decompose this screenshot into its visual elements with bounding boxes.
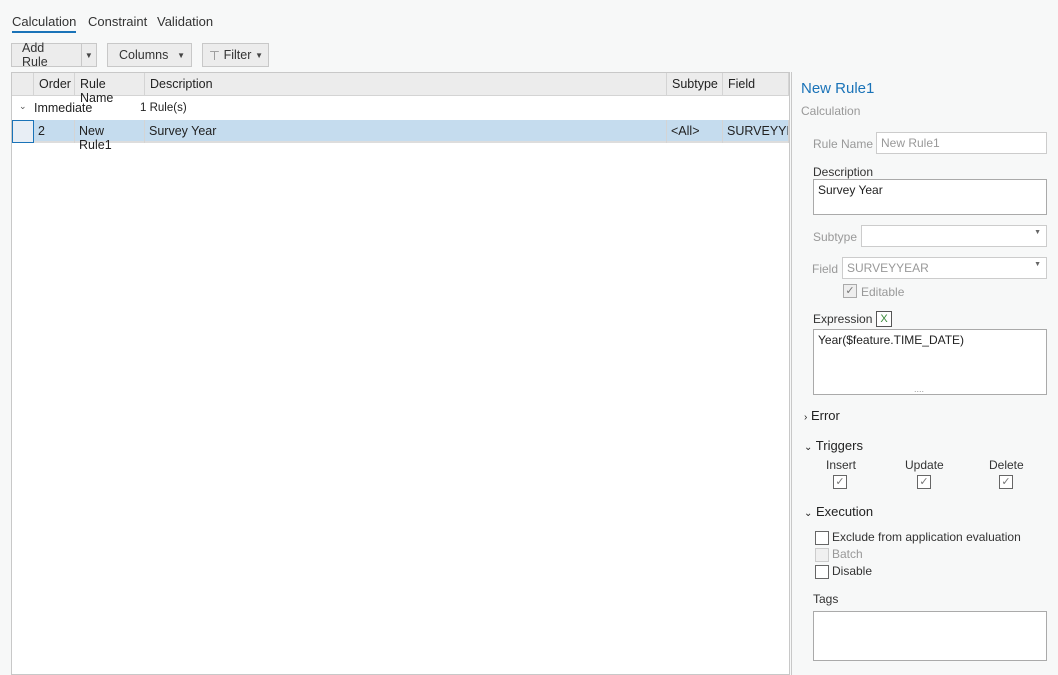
- exclude-checkbox[interactable]: [815, 531, 829, 545]
- add-rule-label: Add Rule: [22, 41, 48, 69]
- tags-label: Tags: [813, 592, 839, 606]
- tab-validation[interactable]: Validation: [157, 14, 213, 29]
- caret-down-icon: ▼: [255, 50, 263, 60]
- batch-label: Batch: [832, 547, 863, 561]
- description-label: Description: [813, 165, 874, 179]
- tab-constraint[interactable]: Constraint: [88, 14, 147, 29]
- delete-label: Delete: [989, 458, 1024, 472]
- update-label: Update: [905, 458, 944, 472]
- rule-name-label: Rule Name: [813, 137, 874, 151]
- tab-calculation[interactable]: Calculation: [12, 14, 77, 33]
- column-header-rule-name[interactable]: Rule Name: [75, 73, 145, 105]
- subtype-select[interactable]: ▼: [861, 225, 1047, 247]
- columns-label: Columns: [119, 48, 169, 62]
- cell-rule-name: New Rule1: [75, 120, 145, 152]
- column-header-order[interactable]: Order: [34, 73, 75, 96]
- expression-input[interactable]: Year($feature.TIME_DATE)....: [813, 329, 1047, 395]
- caret-down-icon: ▼: [1034, 261, 1041, 268]
- add-rule-button[interactable]: Add Rule ▼: [11, 41, 97, 69]
- field-label: Field: [812, 262, 839, 276]
- cell-field: SURVEYYEA: [723, 120, 789, 143]
- columns-button[interactable]: Columns ▼: [107, 43, 192, 67]
- rule-name-input[interactable]: New Rule1: [876, 132, 1047, 154]
- resize-grip-icon[interactable]: ....: [914, 384, 924, 394]
- caret-down-icon: ▼: [1034, 229, 1041, 236]
- tags-input[interactable]: [813, 611, 1047, 661]
- editable-label: Editable: [861, 285, 905, 299]
- insert-label: Insert: [826, 458, 857, 472]
- cell-description: Survey Year: [145, 120, 667, 143]
- batch-checkbox[interactable]: [815, 548, 829, 562]
- group-name: Immediate: [34, 101, 93, 115]
- chevron-down-icon: ⌄: [804, 442, 813, 453]
- chevron-right-icon: ›: [804, 412, 808, 423]
- caret-down-icon: ▼: [177, 50, 185, 60]
- chevron-down-icon: ⌄: [804, 508, 813, 519]
- row-selector[interactable]: [12, 120, 34, 143]
- column-header-subtype[interactable]: Subtype: [667, 73, 723, 96]
- panel-title: New Rule1: [801, 80, 875, 97]
- rules-grid: Order Rule Name Description Subtype Fiel…: [11, 72, 790, 675]
- execution-section[interactable]: ⌄ Execution: [804, 504, 873, 519]
- delete-checkbox[interactable]: ✓: [999, 475, 1013, 489]
- row-header-column: [12, 73, 34, 96]
- exclude-label: Exclude from application evaluation: [832, 530, 1021, 544]
- group-row-immediate[interactable]: ⌄ Immediate 1 Rule(s): [12, 96, 789, 120]
- triggers-section[interactable]: ⌄ Triggers: [804, 438, 863, 453]
- expression-label: Expression: [813, 312, 873, 326]
- disable-checkbox[interactable]: [815, 565, 829, 579]
- disable-label: Disable: [832, 564, 873, 578]
- editable-checkbox[interactable]: ✓: [843, 284, 857, 298]
- table-row[interactable]: 2 New Rule1 Survey Year <All> SURVEYYEA: [12, 120, 789, 152]
- chevron-down-icon[interactable]: ⌄: [19, 101, 27, 112]
- subtype-label: Subtype: [813, 230, 858, 244]
- insert-checkbox[interactable]: ✓: [833, 475, 847, 489]
- cell-subtype: <All>: [667, 120, 723, 143]
- filter-icon: ⊤: [209, 48, 220, 63]
- panel-subtitle: Calculation: [801, 104, 861, 118]
- description-input[interactable]: Survey Year: [813, 179, 1047, 215]
- filter-button[interactable]: ⊤ Filter ▼: [202, 43, 269, 67]
- filter-label: Filter: [223, 48, 252, 62]
- cell-order: 2: [34, 120, 75, 143]
- column-header-field[interactable]: Field: [723, 73, 789, 96]
- group-count: 1 Rule(s): [140, 102, 187, 114]
- caret-down-icon: ▼: [84, 50, 93, 60]
- expression-builder-icon[interactable]: X: [876, 311, 892, 327]
- field-select[interactable]: SURVEYYEAR ▼: [842, 257, 1047, 279]
- error-section[interactable]: › Error: [804, 408, 840, 423]
- column-header-description[interactable]: Description: [145, 73, 667, 96]
- rule-details-panel: New Rule1 Calculation Rule Name New Rule…: [791, 72, 1058, 675]
- update-checkbox[interactable]: ✓: [917, 475, 931, 489]
- add-rule-dropdown[interactable]: ▼: [80, 44, 96, 66]
